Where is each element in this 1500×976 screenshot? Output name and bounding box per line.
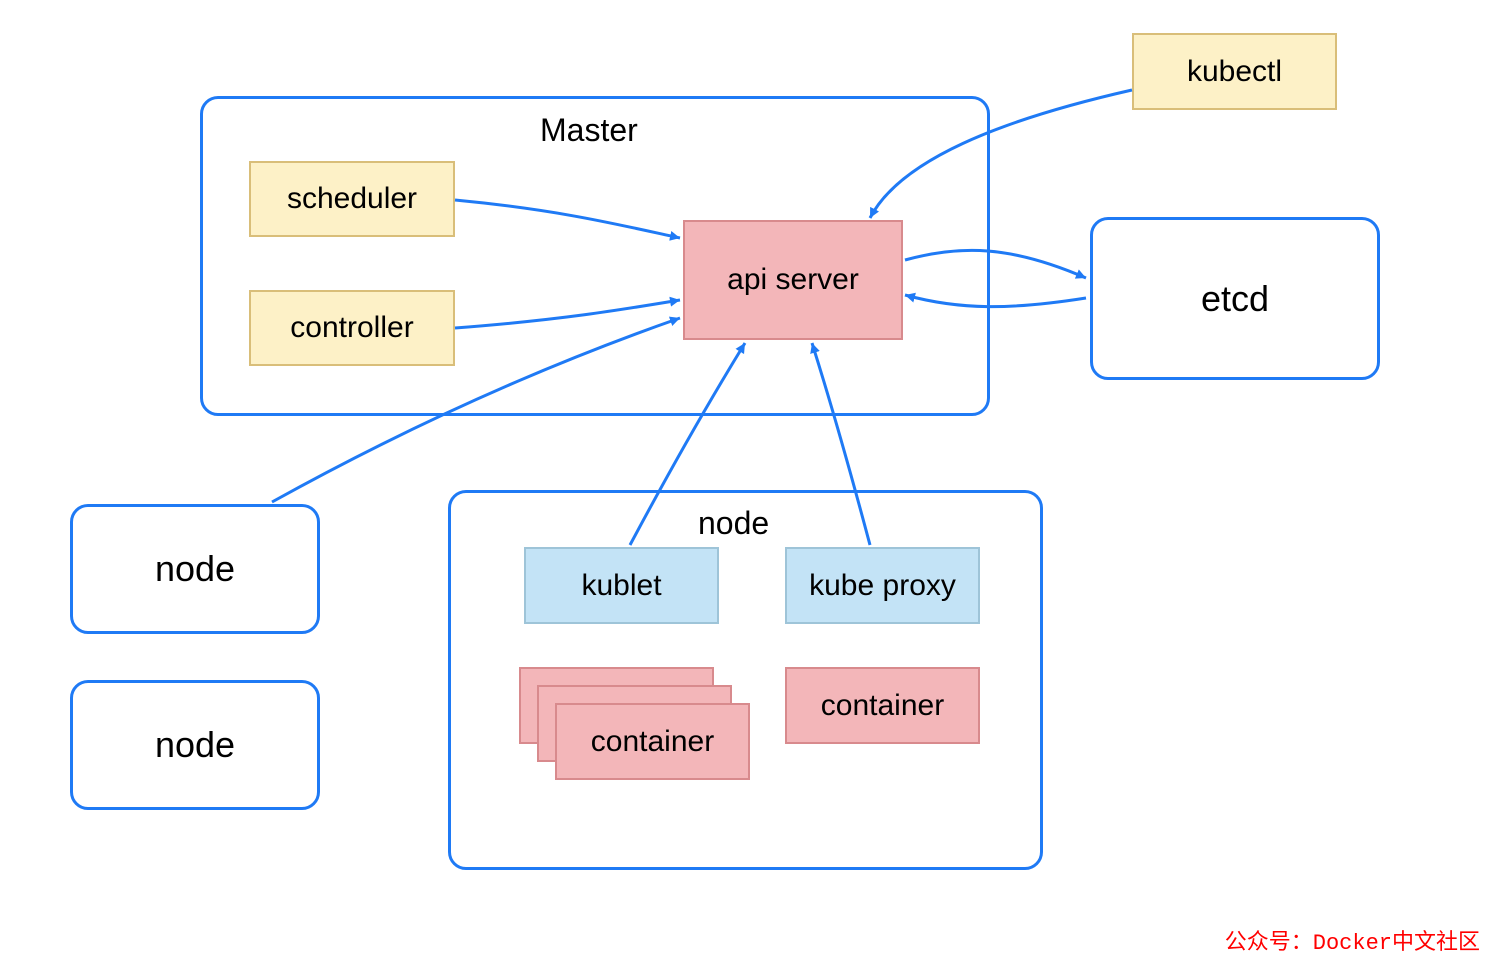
node-detail-title: node — [698, 505, 769, 542]
scheduler-label: scheduler — [287, 182, 417, 216]
kube-proxy-box: kube proxy — [785, 547, 980, 624]
master-title: Master — [540, 112, 638, 149]
node-label-1: node — [155, 548, 235, 590]
api-server-box: api server — [683, 220, 903, 340]
scheduler-box: scheduler — [249, 161, 455, 237]
credit-text: 公众号：Docker中文社区 — [1225, 924, 1480, 956]
container-single-label: container — [821, 689, 944, 723]
node-box-1: node — [70, 504, 320, 634]
kube-proxy-label: kube proxy — [809, 569, 956, 603]
etcd-box: etcd — [1090, 217, 1380, 380]
etcd-label: etcd — [1201, 278, 1269, 320]
container-single-box: container — [785, 667, 980, 744]
kubectl-box: kubectl — [1132, 33, 1337, 110]
controller-box: controller — [249, 290, 455, 366]
kubectl-label: kubectl — [1187, 55, 1282, 89]
node-box-2: node — [70, 680, 320, 810]
controller-label: controller — [290, 311, 413, 345]
node-label-2: node — [155, 724, 235, 766]
container-stack-front: container — [555, 703, 750, 780]
api-server-label: api server — [727, 263, 859, 297]
kublet-label: kublet — [581, 569, 661, 603]
kublet-box: kublet — [524, 547, 719, 624]
container-stack-label: container — [591, 725, 714, 759]
